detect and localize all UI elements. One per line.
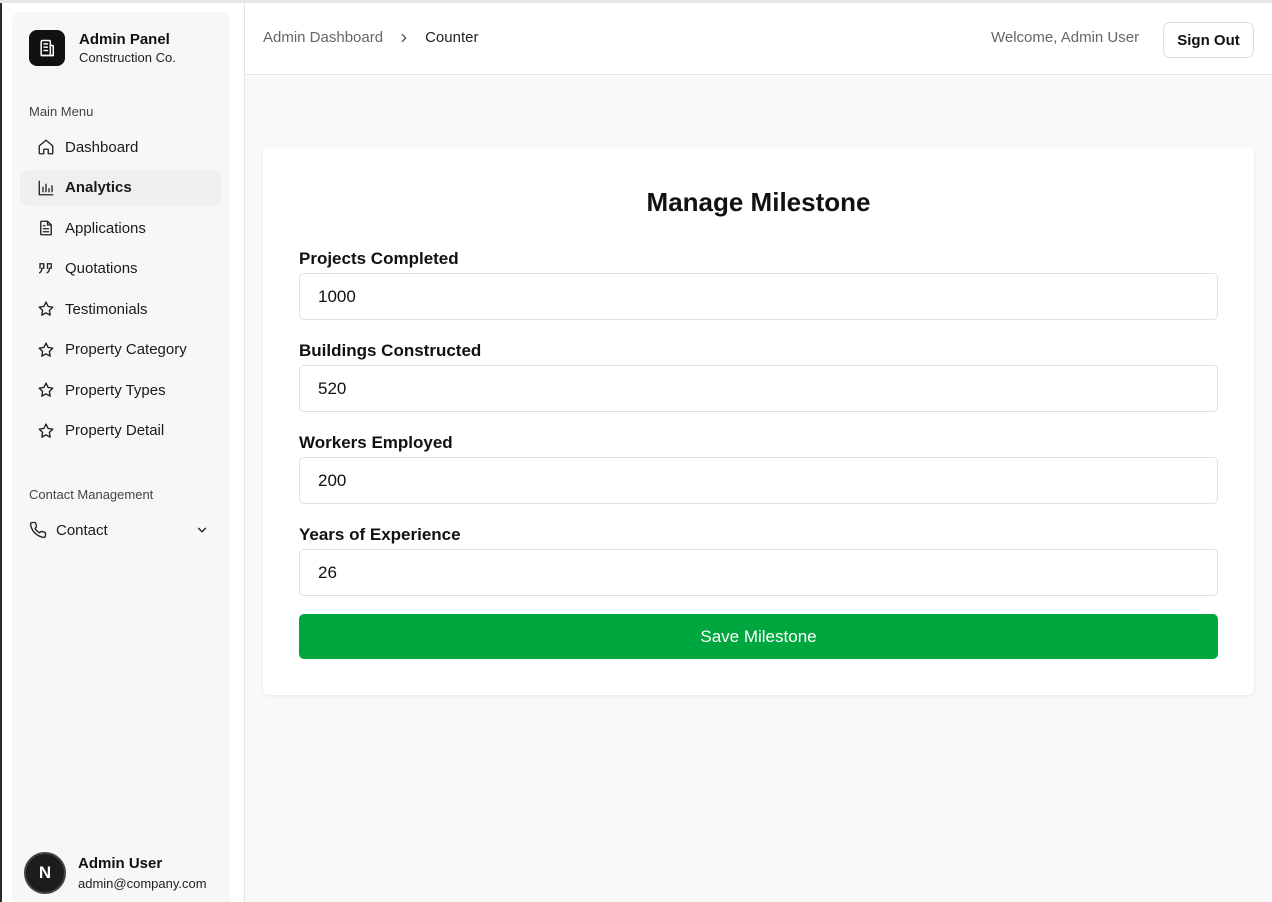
projects-completed-label: Projects Completed <box>299 249 459 268</box>
main-menu-label: Main Menu <box>29 104 94 119</box>
star-icon <box>38 382 54 397</box>
sidebar-item-dashboard[interactable]: Dashboard <box>20 129 222 165</box>
years-of-experience-input[interactable] <box>299 549 1218 596</box>
building-icon <box>29 30 65 66</box>
main-menu: Dashboard Analytics Applications Quotati… <box>20 129 222 453</box>
sidebar-item-label: Contact <box>56 521 108 539</box>
sidebar-item-label: Analytics <box>65 179 132 196</box>
milestone-form-card: Manage Milestone Projects Completed Buil… <box>263 147 1254 695</box>
sign-out-button[interactable]: Sign Out <box>1163 22 1254 58</box>
buildings-constructed-label: Buildings Constructed <box>299 341 482 360</box>
quote-icon <box>38 262 52 273</box>
sidebar-item-label: Property Detail <box>65 422 165 439</box>
sidebar: Admin Panel Construction Co. Main Menu D… <box>12 12 230 902</box>
sidebar-item-label: Testimonials <box>65 300 148 318</box>
star-icon <box>38 301 54 316</box>
projects-completed-input[interactable] <box>299 273 1218 320</box>
breadcrumb: Admin Dashboard Counter <box>263 29 478 46</box>
phone-icon <box>29 521 47 539</box>
sidebar-item-property-types[interactable]: Property Types <box>20 372 222 408</box>
document-icon <box>40 220 52 236</box>
sidebar-item-label: Property Category <box>65 341 187 358</box>
sidebar-item-label: Property Types <box>65 381 166 399</box>
years-of-experience-label: Years of Experience <box>299 525 461 544</box>
brand-subtitle: Construction Co. <box>79 49 176 65</box>
page-title: Manage Milestone <box>646 187 871 217</box>
workers-employed-input[interactable] <box>299 457 1218 504</box>
star-icon <box>38 341 54 357</box>
chevron-right-icon <box>401 33 407 42</box>
user-profile[interactable]: N Admin User admin@company.com <box>24 852 207 894</box>
sidebar-item-applications[interactable]: Applications <box>20 210 222 246</box>
sidebar-item-label: Applications <box>65 219 146 237</box>
user-name: Admin User <box>78 854 163 872</box>
welcome-text: Welcome, Admin User <box>991 29 1140 46</box>
contact-management-label: Contact Management <box>29 487 154 502</box>
star-icon <box>38 422 54 438</box>
window-left-border <box>0 3 2 902</box>
chevron-down-icon[interactable] <box>195 523 209 537</box>
bar-chart-icon <box>38 180 54 195</box>
sidebar-item-property-category[interactable]: Property Category <box>20 332 222 368</box>
avatar: N <box>24 852 66 894</box>
breadcrumb-current: Counter <box>425 29 479 46</box>
workers-employed-label: Workers Employed <box>299 433 453 452</box>
brand[interactable]: Admin Panel Construction Co. <box>29 30 176 66</box>
sidebar-item-label: Dashboard <box>65 138 139 156</box>
sidebar-item-quotations[interactable]: Quotations <box>20 251 222 287</box>
topbar: Admin Dashboard Counter Welcome, Admin U… <box>245 3 1272 75</box>
sidebar-item-testimonials[interactable]: Testimonials <box>20 291 222 327</box>
buildings-constructed-input[interactable] <box>299 365 1218 412</box>
sidebar-item-contact[interactable]: Contact <box>29 518 213 542</box>
sidebar-item-analytics[interactable]: Analytics <box>20 169 222 206</box>
save-milestone-button[interactable]: Save Milestone <box>299 614 1218 659</box>
breadcrumb-admin-dashboard[interactable]: Admin Dashboard <box>263 29 383 46</box>
sidebar-item-label: Quotations <box>65 260 138 277</box>
brand-title: Admin Panel <box>79 30 170 48</box>
sidebar-item-property-detail[interactable]: Property Detail <box>20 413 222 449</box>
home-icon <box>38 139 54 155</box>
user-email: admin@company.com <box>78 875 207 891</box>
